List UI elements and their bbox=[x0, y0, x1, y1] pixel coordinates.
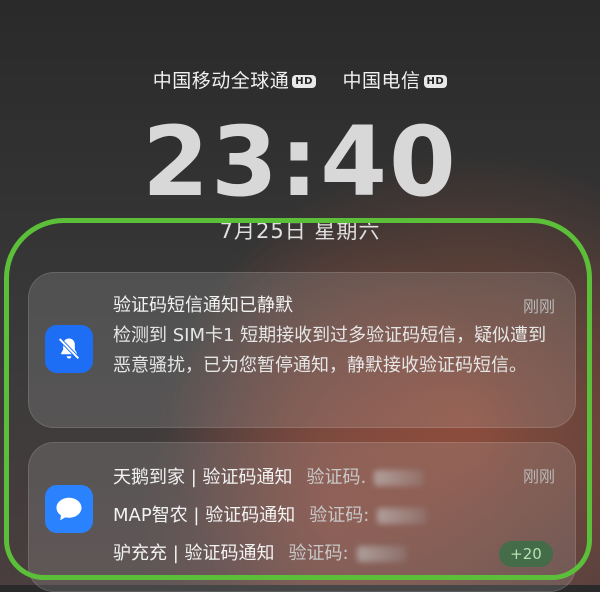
redacted-code bbox=[374, 470, 425, 486]
more-count-badge[interactable]: +20 bbox=[499, 541, 553, 567]
notification-time: 刚刚 bbox=[522, 467, 555, 486]
status-bar-carriers: 中国移动全球通 HD 中国电信 HD bbox=[0, 66, 600, 93]
carrier-2-name: 中国电信 bbox=[342, 70, 421, 92]
notification-silenced[interactable]: 验证码短信通知已静默 刚刚 检测到 SIM卡1 短期接收到过多验证码短信，疑似遭… bbox=[28, 272, 576, 428]
message-row: MAP智农 | 验证码通知 验证码: bbox=[113, 501, 428, 527]
message-preview: 验证码: bbox=[288, 543, 349, 564]
lockscreen-clock: 23:40 bbox=[142, 106, 458, 218]
redacted-code bbox=[356, 546, 407, 562]
notification-title: 验证码短信通知已静默 bbox=[113, 295, 293, 316]
message-sender: MAP智农 | 验证码通知 bbox=[113, 505, 296, 526]
message-sender: 驴充充 | 验证码通知 bbox=[113, 543, 275, 564]
carrier-1-name: 中国移动全球通 bbox=[152, 70, 290, 92]
redacted-code bbox=[377, 508, 428, 524]
lockscreen-date: 7月25日 星期六 bbox=[219, 219, 381, 243]
notification-body: 检测到 SIM卡1 短期接收到过多验证码短信，疑似遭到恶意骚扰，已为您暂停通知，… bbox=[113, 325, 547, 376]
message-preview: 验证码. bbox=[306, 467, 367, 488]
message-row: 驴充充 | 验证码通知 验证码: bbox=[113, 539, 407, 565]
message-row: 天鹅到家 | 验证码通知 验证码. bbox=[113, 463, 425, 489]
carrier-2: 中国电信 HD bbox=[343, 66, 448, 93]
message-sender: 天鹅到家 | 验证码通知 bbox=[113, 467, 293, 488]
message-bubble-icon bbox=[45, 485, 93, 533]
carrier-1: 中国移动全球通 HD bbox=[153, 66, 316, 93]
hd-badge: HD bbox=[292, 75, 316, 88]
message-preview: 验证码: bbox=[309, 505, 370, 526]
bell-off-icon bbox=[45, 325, 93, 373]
notification-messages-group[interactable]: 刚刚 天鹅到家 | 验证码通知 验证码. MAP智农 | 验证码通知 验证码: 驴充… bbox=[28, 442, 576, 592]
notification-time: 刚刚 bbox=[522, 297, 555, 316]
hd-badge: HD bbox=[423, 75, 448, 88]
